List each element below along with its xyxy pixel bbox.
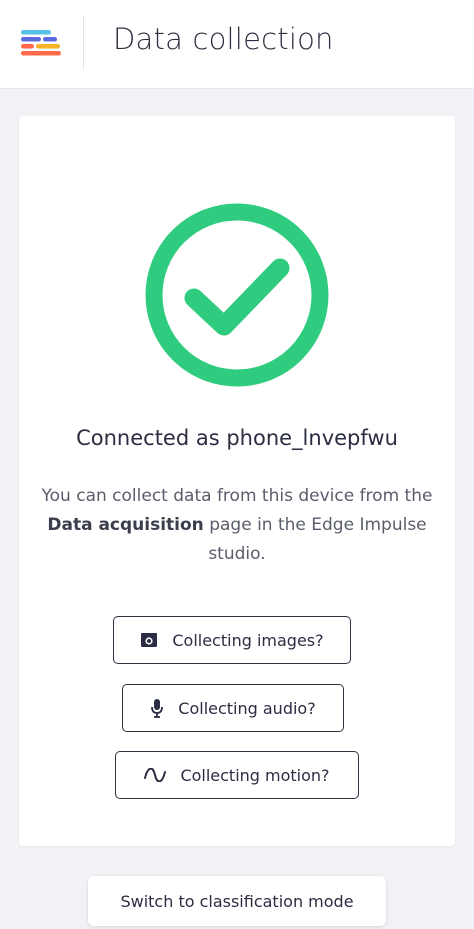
microphone-icon (150, 698, 164, 718)
check-circle-icon (145, 203, 329, 387)
switch-to-classification-button[interactable]: Switch to classification mode (88, 876, 386, 926)
edge-impulse-logo-icon[interactable] (20, 28, 62, 60)
connection-heading: Connected as phone_lnvepfwu (76, 426, 398, 450)
collecting-audio-label: Collecting audio? (178, 698, 316, 718)
connection-description: You can collect data from this device fr… (39, 482, 435, 569)
header-divider (83, 16, 84, 70)
collecting-images-button[interactable]: Collecting images? (113, 616, 351, 664)
data-acquisition-label: Data acquisition (47, 515, 204, 535)
collecting-motion-button[interactable]: Collecting motion? (115, 751, 359, 799)
collecting-audio-button[interactable]: Collecting audio? (122, 684, 344, 732)
page-title: Data collection (113, 22, 334, 56)
description-text-end: page in the Edge Impulse studio. (203, 515, 427, 564)
app-header: Data collection (0, 0, 474, 89)
collecting-motion-label: Collecting motion? (180, 765, 330, 785)
description-text-start: You can collect data from this device fr… (41, 486, 433, 506)
wave-icon (144, 768, 167, 782)
camera-icon (140, 632, 158, 648)
collecting-images-label: Collecting images? (172, 630, 324, 650)
status-card: Connected as phone_lnvepfwu You can coll… (19, 116, 455, 846)
